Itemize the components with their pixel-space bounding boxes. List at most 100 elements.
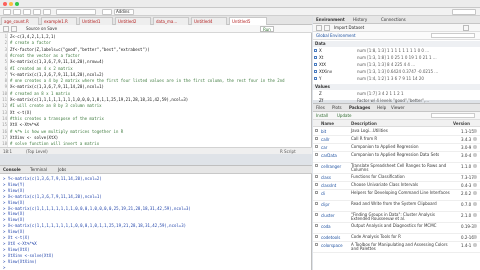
package-checkbox[interactable]	[315, 213, 318, 216]
save-workspace-icon[interactable]	[324, 25, 330, 31]
remove-package-icon[interactable]	[473, 183, 477, 187]
remove-package-icon[interactable]	[473, 153, 477, 157]
remove-package-icon[interactable]	[473, 164, 477, 168]
go-to-file-input[interactable]	[56, 9, 96, 15]
tab-environment[interactable]: Environment	[316, 17, 345, 22]
code-line[interactable]: # solve function will invert a matrix	[10, 141, 99, 146]
source-on-save-label[interactable]: Source on Save	[26, 26, 57, 31]
scope-indicator[interactable]: (Top Level)	[26, 149, 48, 154]
table-icon[interactable]	[314, 56, 317, 59]
package-checkbox[interactable]	[315, 191, 318, 194]
environment-search-input[interactable]	[431, 33, 475, 38]
table-icon[interactable]	[314, 49, 317, 52]
environment-row[interactable]: Xnum [1:8, 1:3] 1 1 1 1 1 1 1 1 0 0 ...	[313, 48, 480, 54]
package-name-link[interactable]: class	[321, 175, 331, 180]
save-all-icon[interactable]	[33, 9, 41, 15]
package-checkbox[interactable]	[315, 145, 318, 148]
environment-row[interactable]: Ynum [1:4, 1:2] 1 3 6 7 9 11 14 20	[313, 76, 480, 82]
package-name-link[interactable]: cluster	[321, 213, 335, 218]
tab-example1[interactable]: example1.R	[41, 17, 77, 25]
package-name-link[interactable]: callr	[321, 137, 330, 142]
package-checkbox[interactable]	[315, 202, 318, 205]
code-line[interactable]: XtX <-Xt%*%X	[10, 122, 39, 127]
code-line[interactable]: #I will create an 8 by 3 column matrix	[10, 103, 102, 108]
environment-row[interactable]: Znum [1:7] 3 4 2 1 1 2 1	[313, 91, 480, 97]
package-checkbox[interactable]	[315, 235, 318, 238]
remove-package-icon[interactable]	[473, 137, 477, 141]
tab-age-count[interactable]: age_count.R	[1, 17, 39, 25]
package-name-link[interactable]: carData	[321, 153, 337, 158]
remove-package-icon[interactable]	[473, 235, 477, 239]
remove-package-icon[interactable]	[473, 129, 477, 133]
code-line[interactable]: # one creates a 4 by 2 matrix where the …	[10, 78, 285, 83]
file-type-indicator[interactable]: R Script	[280, 149, 296, 154]
remove-package-icon[interactable]	[473, 224, 477, 228]
packages-search-input[interactable]	[431, 113, 475, 118]
code-line[interactable]: # created an 8 x 1 matrix	[10, 91, 70, 96]
table-icon[interactable]	[314, 63, 317, 66]
package-checkbox[interactable]	[315, 153, 318, 156]
remove-package-icon[interactable]	[473, 191, 477, 195]
code-line[interactable]: Z<-c(3,4,2,1,1,2,1)	[10, 34, 56, 39]
save-icon[interactable]	[23, 9, 31, 15]
close-window-icon[interactable]	[3, 2, 7, 6]
open-file-icon[interactable]	[13, 9, 21, 15]
package-name-link[interactable]: car	[321, 145, 327, 150]
run-button[interactable]: Run	[260, 26, 274, 32]
package-name-link[interactable]: bit	[321, 129, 326, 134]
project-menu[interactable]	[452, 9, 476, 15]
zoom-window-icon[interactable]	[15, 2, 19, 6]
code-line[interactable]: #I created an 4 x 2 matrix	[10, 66, 73, 71]
remove-package-icon[interactable]	[473, 145, 477, 149]
tab-data-ma[interactable]: data_ma...	[153, 17, 189, 25]
package-checkbox[interactable]	[315, 183, 318, 186]
update-button[interactable]: Update	[337, 113, 352, 118]
remove-package-icon[interactable]	[473, 213, 477, 217]
package-checkbox[interactable]	[315, 164, 318, 167]
load-workspace-icon[interactable]	[316, 25, 322, 31]
code-line[interactable]: # create a factor	[10, 40, 51, 45]
package-checkbox[interactable]	[315, 224, 318, 227]
tab-files[interactable]: Files	[316, 105, 325, 110]
tab-untitled4[interactable]: Untitled4	[191, 17, 227, 25]
code-line[interactable]: X<-matrix(c(1,3,6,7,9,11,14,20),ncol=1)	[10, 84, 104, 89]
tab-packages[interactable]: Packages	[349, 105, 370, 110]
package-name-link[interactable]: clipr	[321, 202, 330, 207]
tab-console[interactable]: Console	[3, 167, 21, 172]
tab-help[interactable]: Help	[377, 105, 386, 110]
tab-terminal[interactable]: Terminal	[30, 167, 47, 172]
package-name-link[interactable]: classInt	[321, 183, 336, 188]
remove-package-icon[interactable]	[473, 243, 477, 247]
environment-row[interactable]: XtX num [1:3, 1:3] 8 4 225 4 4 ...	[313, 62, 480, 68]
package-checkbox[interactable]	[315, 137, 318, 140]
install-button[interactable]: Install	[316, 113, 328, 118]
global-environment-select[interactable]: Global Environment	[316, 33, 356, 38]
code-line[interactable]: XtXinv <- solve(XtX)	[10, 135, 58, 140]
tab-jobs[interactable]: Jobs	[58, 167, 66, 172]
environment-row[interactable]: Xt num [1:3, 1:8] 1 0 25 1 0 19 1 0 21 1 …	[313, 55, 480, 61]
addins-menu[interactable]: Addins	[114, 9, 134, 15]
code-line[interactable]: Xt <-t(X)	[10, 110, 32, 115]
code-line[interactable]: #this creates a transpose of the matrix	[10, 116, 104, 121]
package-name-link[interactable]: colorspace	[321, 243, 343, 248]
package-name-link[interactable]: cellranger	[321, 164, 341, 169]
package-checkbox[interactable]	[315, 175, 318, 178]
tab-viewer[interactable]: Viewer	[391, 105, 405, 110]
package-checkbox[interactable]	[315, 129, 318, 132]
code-line[interactable]: X<-matrix(c(1,3,6,7,9,11,14,20),nrow=4)	[10, 59, 104, 64]
tab-untitled1[interactable]: Untitled1	[79, 17, 113, 25]
code-line[interactable]: Zf<-factor(Z,labels=c("good","better","b…	[10, 47, 150, 52]
code-line[interactable]: Y<-matrix(c(1,3,6,7,9,11,14,20),ncol=2)	[10, 72, 104, 77]
broom-icon[interactable]	[463, 25, 469, 31]
data-section-header[interactable]: Data	[313, 41, 480, 47]
environment-row[interactable]: XtXinv num [1:3, 1:3] 0.6424 0.3747 -0.02…	[313, 69, 480, 75]
forward-arrow-icon[interactable]	[11, 26, 17, 32]
package-checkbox[interactable]	[315, 243, 318, 246]
code-line[interactable]: # %*% is how we multiply matrices togeth…	[10, 129, 123, 134]
code-line[interactable]: X<-matrix(c(1,1,1,1,1,1,1,1,0,0,0,1,0,1,…	[10, 97, 188, 102]
table-icon[interactable]	[314, 77, 317, 80]
package-name-link[interactable]: coda	[321, 224, 331, 229]
package-name-link[interactable]: codetools	[321, 235, 340, 240]
code-line[interactable]: #creat the vector as a factor	[10, 53, 80, 58]
tab-untitled2[interactable]: Untitled2	[115, 17, 151, 25]
